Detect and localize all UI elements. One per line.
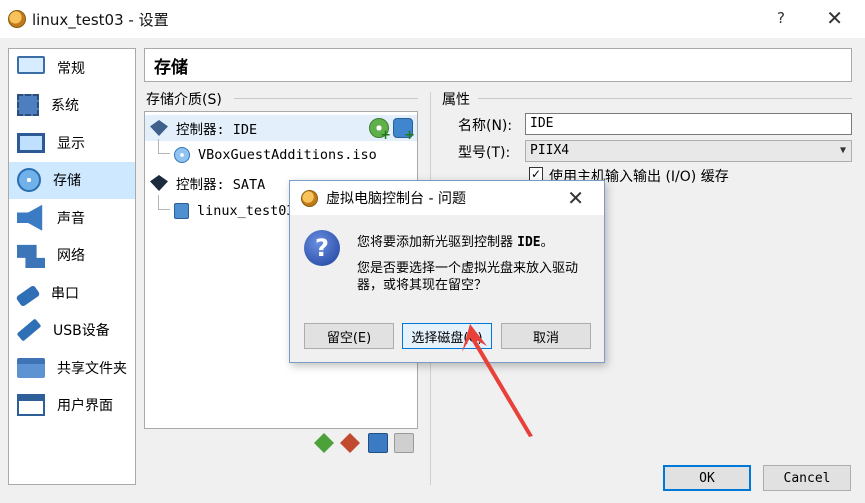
tree-item-label: VBoxGuestAdditions.iso	[198, 147, 377, 163]
controller-type-value: PIIX4	[530, 143, 570, 158]
page-title: 存储	[144, 48, 852, 82]
sidebar-item-storage[interactable]: 存储	[9, 161, 135, 199]
sidebar-item-label: 显示	[57, 135, 85, 152]
hard-disk-icon	[174, 203, 189, 219]
tree-item-label: linux_test03	[197, 203, 295, 219]
virtualbox-app-icon	[8, 10, 26, 28]
sidebar-item-general[interactable]: 常规	[9, 49, 135, 87]
add-attachment-icon[interactable]	[368, 433, 388, 453]
remove-controller-icon[interactable]	[340, 433, 360, 453]
ok-button[interactable]: OK	[663, 465, 751, 491]
controller-icon	[150, 120, 168, 136]
controller-name-input[interactable]: IDE	[525, 113, 852, 135]
system-icon	[17, 94, 39, 117]
cancel-button[interactable]: Cancel	[763, 465, 851, 491]
tree-item-label: 控制器: IDE	[176, 122, 258, 138]
sidebar-item-system[interactable]: 系统	[9, 87, 135, 125]
chevron-down-icon: ▼	[839, 145, 846, 156]
sidebar-item-label: 系统	[51, 98, 79, 115]
sidebar-item-display[interactable]: 显示	[9, 124, 135, 162]
shared-folder-icon	[17, 357, 45, 378]
choose-disk-button[interactable]: 选择磁盘(C)	[402, 323, 492, 349]
general-icon	[17, 55, 45, 74]
storage-icon	[17, 168, 41, 193]
add-controller-icon[interactable]	[314, 433, 334, 453]
tree-item-ide-controller[interactable]: 控制器: IDE	[145, 115, 417, 143]
remove-attachment-icon	[394, 433, 414, 453]
name-label: 名称(N):	[458, 118, 513, 134]
sidebar-item-label: USB设备	[53, 323, 110, 340]
optical-disc-icon	[174, 147, 190, 163]
controller-icon	[150, 175, 168, 191]
add-optical-drive-icon[interactable]	[369, 118, 391, 143]
sidebar-item-user-interface[interactable]: 用户界面	[9, 387, 135, 425]
help-button[interactable]: ?	[777, 9, 785, 27]
divider	[234, 98, 418, 99]
settings-sidebar: 常规 系统 显示 存储 声音 网络 串口 USB设备 共享文件夹 用户界面	[8, 48, 136, 485]
sidebar-item-label: 串口	[51, 285, 79, 302]
dialog-title: 虚拟电脑控制台 - 问题	[326, 191, 466, 207]
sidebar-item-shared-folders[interactable]: 共享文件夹	[9, 349, 135, 387]
question-icon: ?	[304, 230, 340, 266]
sidebar-item-label: 用户界面	[57, 398, 113, 415]
serial-port-icon	[15, 284, 41, 307]
dialog-close-button[interactable]: ✕	[567, 186, 584, 210]
properties-label: 属性	[442, 92, 470, 108]
storage-media-label: 存储介质(S)	[146, 92, 222, 108]
window-title: linux_test03 - 设置	[32, 10, 169, 29]
add-hard-disk-icon[interactable]	[393, 118, 415, 143]
controller-type-select[interactable]: PIIX4 ▼	[525, 140, 852, 162]
question-dialog: 虚拟电脑控制台 - 问题 ✕ ? 您将要添加新光驱到控制器 IDE。 您是否要选…	[289, 180, 605, 363]
sidebar-item-label: 常规	[57, 60, 85, 77]
sidebar-item-audio[interactable]: 声音	[9, 199, 135, 237]
type-label: 型号(T):	[458, 145, 511, 161]
sidebar-item-network[interactable]: 网络	[9, 237, 135, 275]
tree-item-label: 控制器: SATA	[176, 177, 266, 193]
sidebar-item-label: 网络	[57, 248, 85, 265]
dialog-title-bar: 虚拟电脑控制台 - 问题 ✕	[290, 181, 604, 215]
host-io-cache-checkbox[interactable]: ✓	[529, 167, 543, 181]
close-button[interactable]: ✕	[826, 6, 843, 30]
audio-icon	[17, 204, 43, 231]
dialog-cancel-button[interactable]: 取消	[501, 323, 591, 349]
tree-item-optical-drive[interactable]: VBoxGuestAdditions.iso	[145, 142, 417, 168]
display-icon	[17, 132, 45, 153]
usb-icon	[16, 318, 42, 342]
dialog-question: 您是否要选择一个虚拟光盘来放入驱动器，或将其现在留空？	[357, 261, 579, 293]
divider	[478, 98, 852, 99]
sidebar-item-label: 声音	[57, 210, 85, 227]
virtualbox-app-icon	[301, 189, 318, 207]
leave-empty-button[interactable]: 留空(E)	[304, 323, 394, 349]
user-interface-icon	[17, 394, 45, 417]
sidebar-item-usb[interactable]: USB设备	[9, 312, 135, 350]
sidebar-item-label: 存储	[53, 173, 81, 190]
title-bar: linux_test03 - 设置 ? ✕	[0, 0, 865, 38]
sidebar-item-label: 共享文件夹	[57, 360, 127, 377]
sidebar-item-serial-ports[interactable]: 串口	[9, 274, 135, 312]
dialog-message: 您将要添加新光驱到控制器 IDE。	[357, 235, 554, 250]
network-icon	[17, 244, 45, 269]
